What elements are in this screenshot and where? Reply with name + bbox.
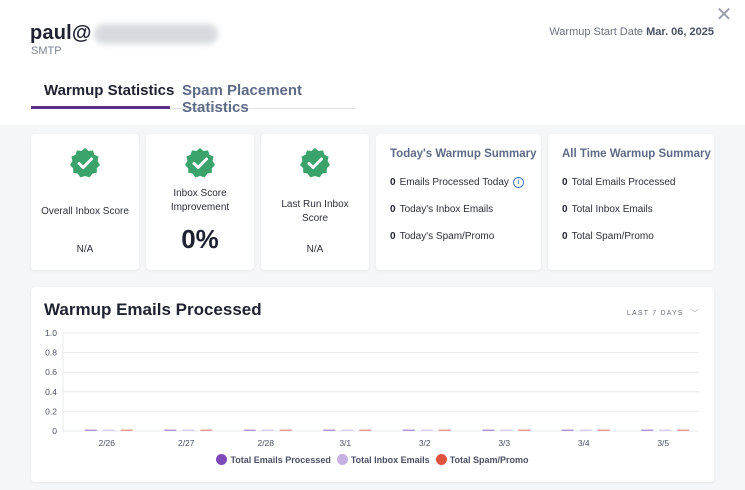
inbox-score-improvement-card: Inbox Score Improvement 0% (146, 134, 254, 270)
bar (84, 429, 97, 431)
tab-warmup-statistics[interactable]: Warmup Statistics (44, 82, 174, 99)
summary-row: 0 Today's Inbox Emails (390, 204, 493, 215)
summary-label: Today's Inbox Emails (399, 204, 494, 215)
email-redacted (93, 23, 218, 44)
legend-label: Total Spam/Promo (449, 454, 529, 465)
summary-label: Emails Processed Today (399, 177, 509, 188)
warmup-start-date: Warmup Start Date Mar. 06, 2025 (549, 26, 714, 38)
check-badge-icon (185, 148, 215, 178)
modal-header: paul@ SMTP Warmup Start Date Mar. 06, 20… (0, 0, 745, 125)
summary-label: Today's Spam/Promo (399, 231, 495, 242)
bar (261, 429, 274, 431)
bar (659, 429, 672, 431)
x-tick-label: 2/26 (98, 438, 115, 448)
legend-item-inbox[interactable]: Total Inbox Emails (336, 454, 430, 465)
bar (341, 429, 354, 431)
y-tick-label: 0.4 (45, 387, 57, 397)
score-title: Inbox Score Improvement (170, 188, 230, 213)
bar (200, 429, 213, 431)
today-warmup-summary-card: Today's Warmup Summary 0 Emails Processe… (376, 134, 541, 270)
all-time-warmup-summary-card: All Time Warmup Summary 0 Total Emails P… (548, 134, 714, 270)
active-tab-indicator (31, 106, 170, 109)
x-tick-label: 3/3 (498, 438, 510, 448)
last-run-inbox-score-card: Last Run Inbox Score N/A (261, 134, 369, 270)
score-title: Overall Inbox Score (41, 206, 129, 217)
summary-row: 0 Today's Spam/Promo (390, 231, 494, 242)
summary-title: Today's Warmup Summary (390, 148, 537, 160)
y-tick-label: 0.8 (45, 348, 57, 358)
summary-row: 0 Total Emails Processed (562, 177, 676, 188)
bar (438, 429, 451, 431)
score-value: 0% (181, 224, 219, 254)
bar (164, 429, 177, 431)
bar (359, 429, 372, 431)
start-date-label: Warmup Start Date (549, 26, 644, 38)
legend-item-spam[interactable]: Total Spam/Promo (435, 454, 529, 465)
summary-row: 0 Total Spam/Promo (562, 231, 654, 242)
bar (500, 429, 513, 431)
summary-count: 0 (390, 177, 396, 188)
chart-legend: Total Emails Processed Total Inbox Email… (31, 454, 714, 465)
summary-title: All Time Warmup Summary (562, 148, 711, 160)
x-tick-label: 3/1 (339, 438, 351, 448)
bar (518, 429, 531, 431)
summary-label: Total Inbox Emails (571, 204, 653, 215)
y-tick-label: 1.0 (45, 328, 57, 338)
account-email: paul@ (30, 22, 218, 45)
overall-inbox-score-card: Overall Inbox Score N/A (31, 134, 139, 270)
tab-spam-placement-statistics[interactable]: Spam Placement Statistics (182, 82, 356, 116)
bar (182, 429, 195, 431)
bar (561, 429, 574, 431)
stats-tabs: Warmup Statistics Spam Placement Statist… (31, 74, 356, 116)
score-value: N/A (306, 244, 324, 255)
bar (120, 429, 133, 431)
bar (323, 429, 336, 431)
summary-count: 0 (562, 231, 568, 242)
bar (579, 429, 592, 431)
bar (243, 429, 256, 431)
bar (420, 429, 433, 431)
emails-bar-chart: 0 0.2 0.4 0.6 0.8 1.0 2/26 2/27 2/28 3/1 3/2 3/3 3/4… (45, 328, 699, 448)
bar (641, 429, 654, 431)
legend-label: Total Emails Processed (230, 454, 331, 465)
account-type: SMTP (31, 45, 62, 57)
x-tick-label: 3/4 (578, 438, 590, 448)
x-tick-label: 3/2 (419, 438, 431, 448)
x-tick-label: 3/5 (657, 438, 669, 448)
bar (482, 429, 495, 431)
warmup-emails-chart-card: Warmup Emails Processed LAST 7 DAYS ﹀ 00… (31, 287, 714, 482)
bar (402, 429, 415, 431)
summary-count: 0 (390, 204, 396, 215)
bar (102, 429, 115, 431)
legend-item-processed[interactable]: Total Emails Processed (216, 454, 331, 465)
summary-count: 0 (562, 177, 568, 188)
check-badge-icon (70, 148, 100, 178)
score-value: N/A (76, 244, 94, 255)
y-tick-label: 0.6 (45, 367, 57, 377)
bar (597, 429, 610, 431)
legend-dot (336, 454, 348, 465)
info-icon[interactable]: i (512, 177, 524, 188)
check-badge-icon (300, 148, 330, 178)
start-date-value: Mar. 06, 2025 (646, 26, 714, 38)
score-title: Last Run Inbox Score (281, 199, 349, 224)
y-tick-label: 0 (52, 426, 57, 436)
close-icon[interactable]: ✕ (713, 4, 735, 26)
summary-row: 0 Total Inbox Emails (562, 204, 653, 215)
legend-dot (435, 454, 447, 465)
summary-row: 0 Emails Processed Today i (390, 177, 524, 188)
x-tick-label: 2/28 (257, 438, 274, 448)
email-prefix: paul@ (30, 22, 92, 44)
bar (279, 429, 292, 431)
legend-label: Total Inbox Emails (350, 454, 430, 465)
y-tick-label: 0.2 (45, 406, 57, 416)
x-tick-label: 2/27 (178, 438, 195, 448)
summary-label: Total Emails Processed (571, 177, 676, 188)
summary-count: 0 (562, 204, 568, 215)
bar (677, 429, 690, 431)
legend-dot (216, 454, 228, 465)
summary-label: Total Spam/Promo (571, 231, 654, 242)
summary-count: 0 (390, 231, 396, 242)
